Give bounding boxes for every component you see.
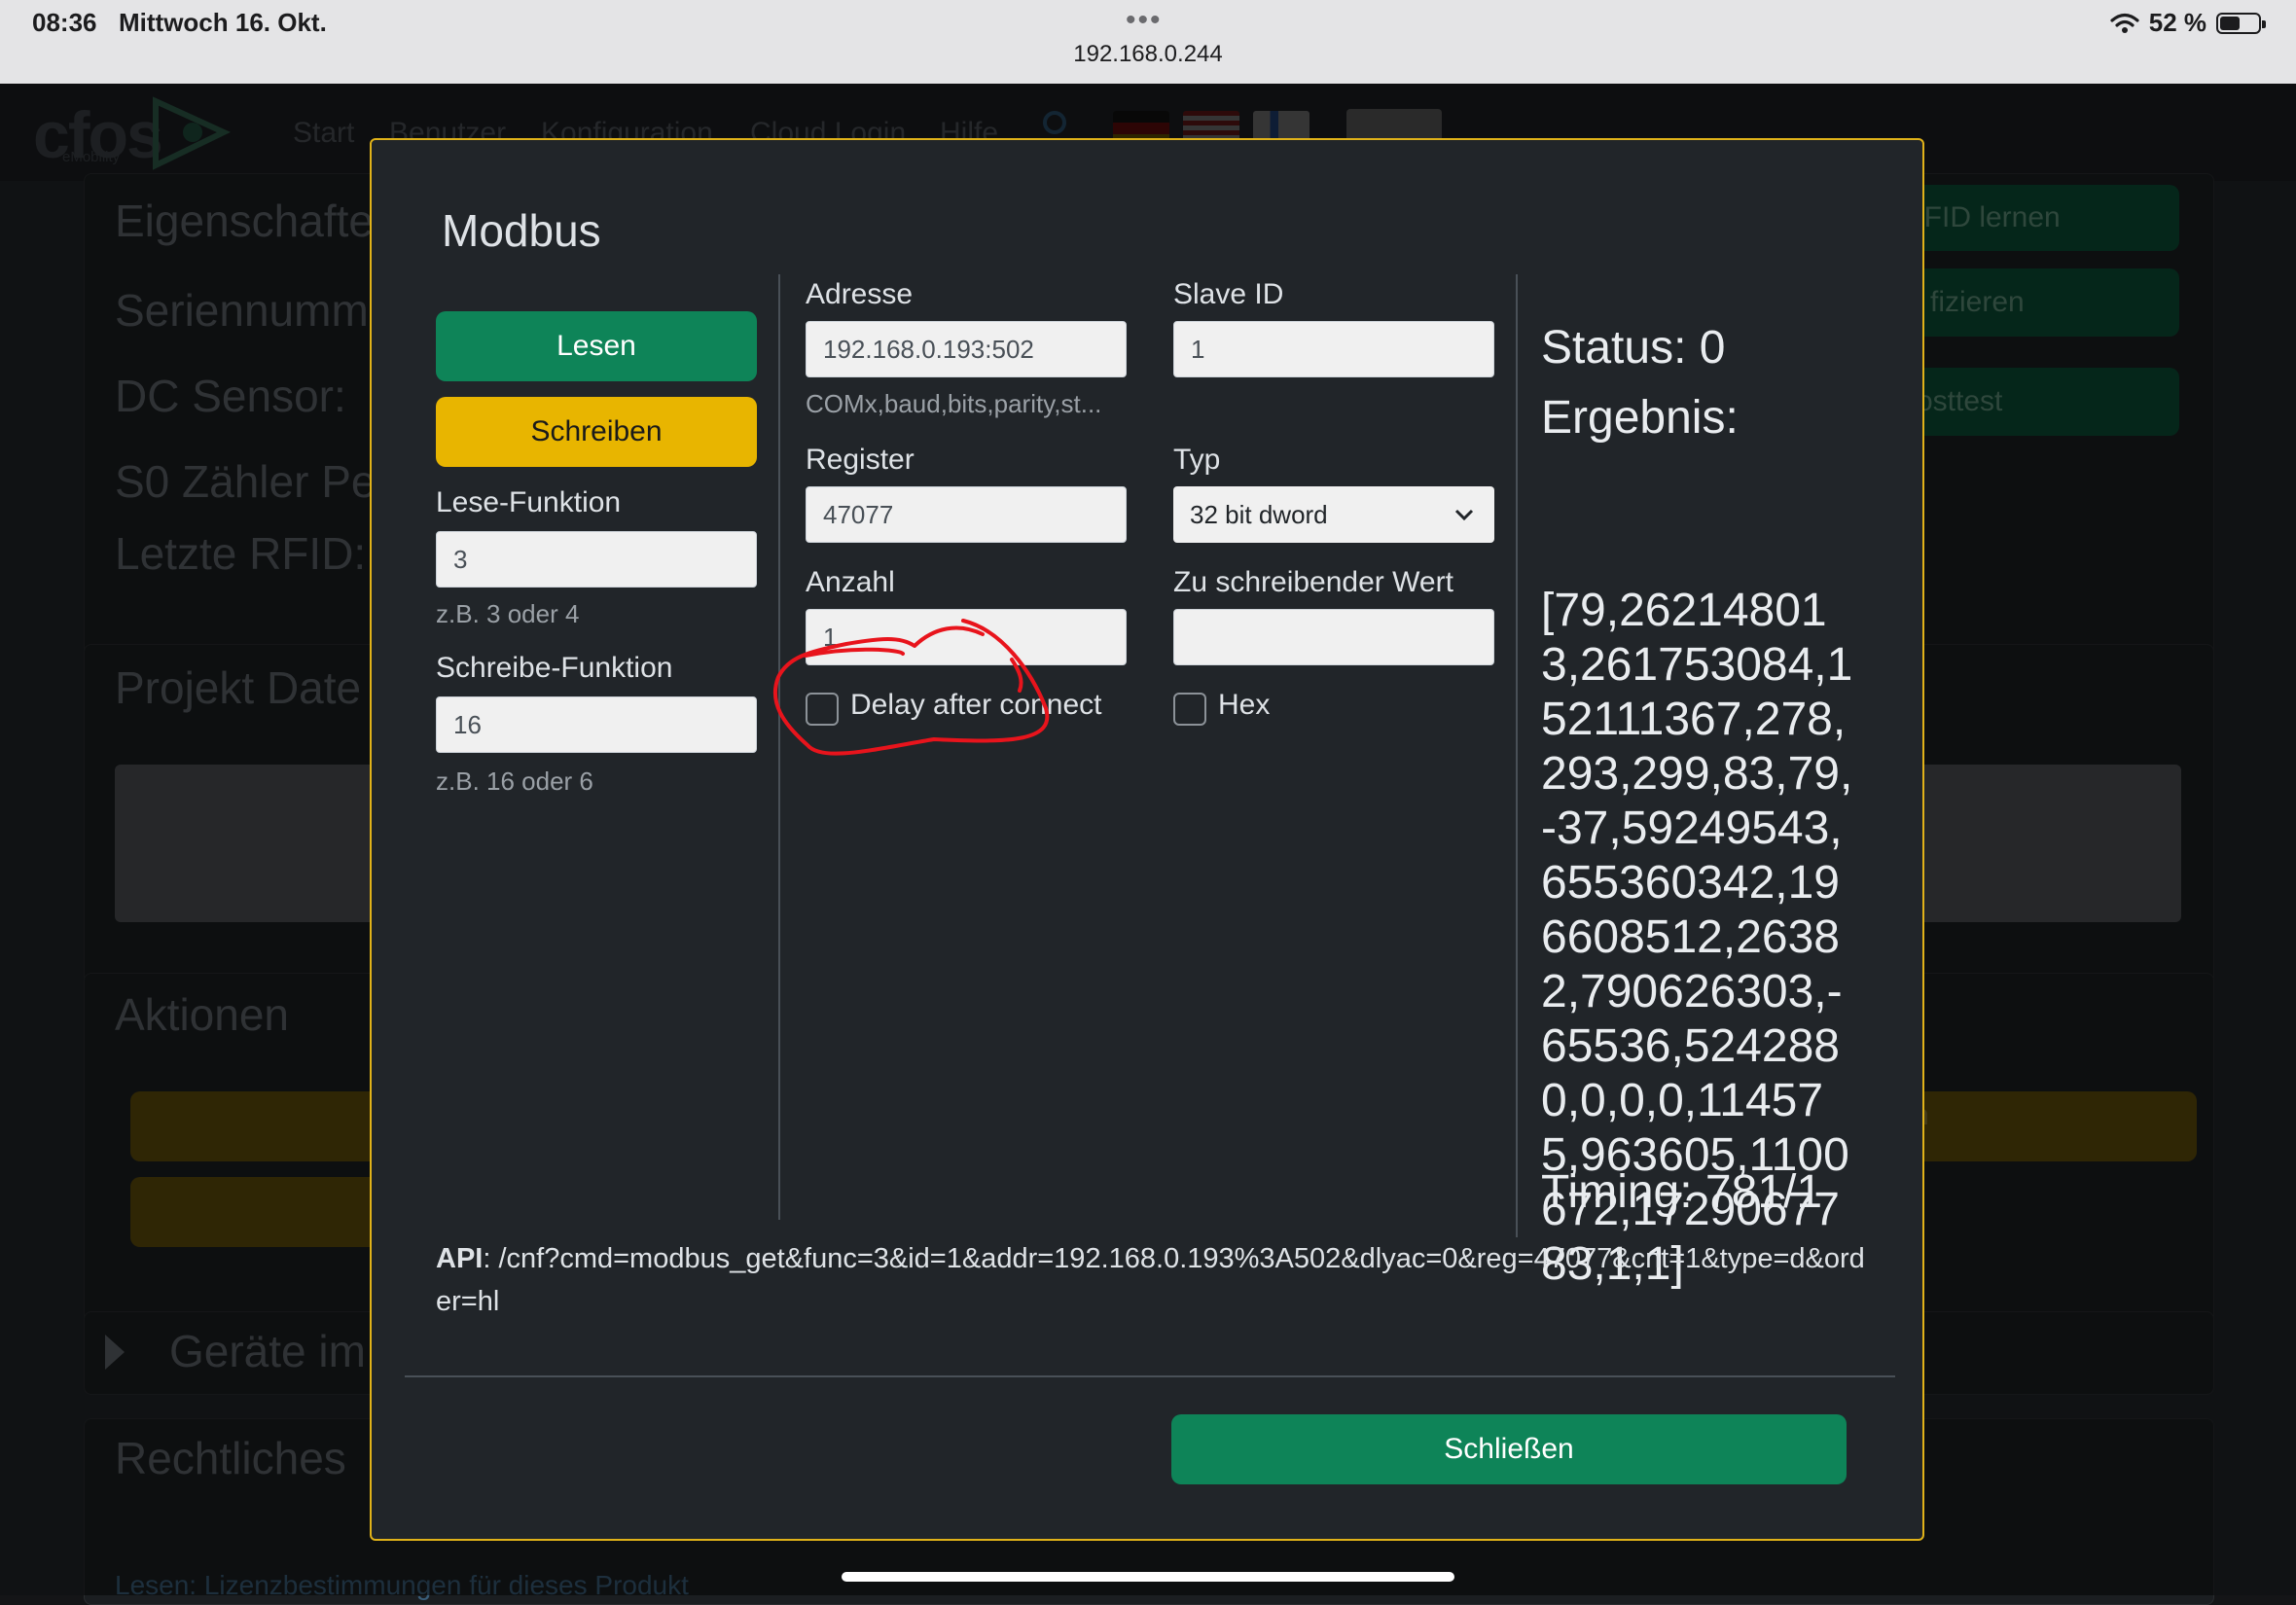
- api-label: API: [436, 1243, 484, 1274]
- battery-percent: 52 %: [2148, 8, 2206, 37]
- write-function-label: Schreibe-Funktion: [436, 652, 673, 684]
- status-date: Mittwoch 16. Okt.: [119, 8, 327, 37]
- write-value-label: Zu schreibender Wert: [1173, 566, 1453, 598]
- api-value: : /cnf?cmd=modbus_get&func=3&id=1&addr=1…: [436, 1243, 1865, 1317]
- battery-icon: [2216, 12, 2266, 34]
- wifi-icon: [2110, 13, 2139, 33]
- chevron-down-icon: [1454, 509, 1474, 521]
- timing-line: Timing: 781/1: [1541, 1165, 1822, 1220]
- address-hint: COMx,baud,bits,parity,st...: [806, 389, 1102, 418]
- delay-after-connect-checkbox[interactable]: [806, 693, 839, 726]
- battery-level: [2220, 16, 2240, 30]
- address-input[interactable]: [806, 321, 1127, 377]
- modal-title: Modbus: [442, 205, 601, 256]
- count-input[interactable]: [806, 609, 1127, 665]
- register-input[interactable]: [806, 486, 1127, 543]
- column-divider-left: [778, 274, 780, 1220]
- hex-label[interactable]: Hex: [1218, 689, 1270, 722]
- register-label: Register: [806, 444, 915, 476]
- modbus-modal: Modbus Lesen Schreiben Lese-Funktion z.B…: [370, 138, 1924, 1541]
- status-label: Status:: [1541, 322, 1687, 374]
- api-url: API: /cnf?cmd=modbus_get&func=3&id=1&add…: [436, 1237, 1866, 1323]
- write-function-hint: z.B. 16 oder 6: [436, 767, 593, 796]
- write-function-input[interactable]: [436, 696, 757, 753]
- multitasking-dots-icon[interactable]: •••: [1126, 4, 1163, 37]
- hex-checkbox[interactable]: [1173, 693, 1206, 726]
- result-label: Ergebnis:: [1541, 392, 1739, 444]
- read-function-hint: z.B. 3 oder 4: [436, 599, 580, 628]
- status-time: 08:36: [32, 8, 97, 37]
- type-label: Typ: [1173, 444, 1221, 476]
- write-value-input[interactable]: [1173, 609, 1494, 665]
- modal-footer-divider: [405, 1375, 1895, 1377]
- delay-after-connect-label[interactable]: Delay after connect: [850, 689, 1101, 722]
- address-bar-url[interactable]: 192.168.0.244: [0, 41, 2296, 68]
- slave-id-label: Slave ID: [1173, 278, 1284, 310]
- timing-label: Timing:: [1541, 1166, 1693, 1218]
- address-label: Adresse: [806, 278, 914, 310]
- read-function-input[interactable]: [436, 531, 757, 588]
- ios-status-bar: 08:36 Mittwoch 16. Okt. ••• 192.168.0.24…: [0, 0, 2296, 84]
- status-value: 0: [1699, 322, 1726, 374]
- status-line: Status: 0: [1541, 321, 1725, 375]
- home-indicator[interactable]: [842, 1572, 1454, 1582]
- timing-value: 781/1: [1704, 1166, 1823, 1218]
- count-label: Anzahl: [806, 566, 895, 598]
- status-indicators: 52 %: [2110, 8, 2266, 38]
- read-function-label: Lese-Funktion: [436, 486, 622, 518]
- slave-id-input[interactable]: [1173, 321, 1494, 377]
- type-select[interactable]: 32 bit dword: [1173, 486, 1494, 543]
- column-divider-right: [1516, 274, 1518, 1237]
- write-button[interactable]: Schreiben: [436, 397, 757, 467]
- type-select-value: 32 bit dword: [1190, 500, 1328, 529]
- read-button[interactable]: Lesen: [436, 311, 757, 381]
- close-button[interactable]: Schließen: [1171, 1414, 1847, 1484]
